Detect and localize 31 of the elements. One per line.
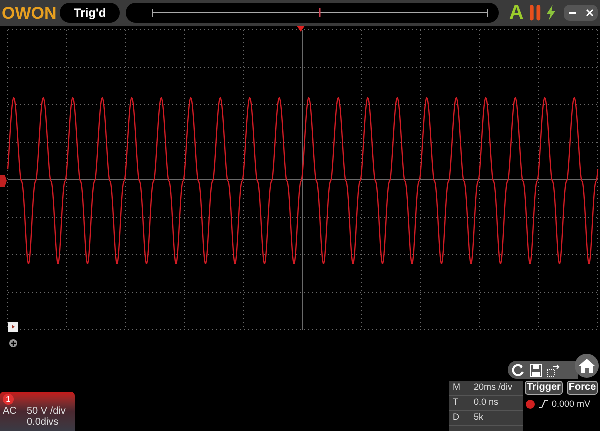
zoom-plus-icon[interactable] <box>9 339 18 348</box>
lightning-icon[interactable] <box>547 5 556 21</box>
trigger-button[interactable]: Force <box>566 381 598 395</box>
auto-mode-indicator[interactable]: A <box>509 3 524 23</box>
trigger-status: Trig'd <box>60 3 120 23</box>
timebase-label: M <box>453 381 462 394</box>
channel-marker-icon[interactable] <box>0 175 7 187</box>
brand-logo: OWON <box>2 4 54 22</box>
pause-icon[interactable] <box>530 5 542 21</box>
timebase-value: 20ms /div <box>474 381 513 394</box>
channel-panel[interactable]: 1 AC 50 V /div 0.0divs <box>0 392 75 431</box>
export-icon[interactable] <box>547 364 561 376</box>
vertical-offset: 0.0divs <box>27 417 60 428</box>
trigger-level-value: 0.000 mV <box>552 398 591 411</box>
save-icon[interactable] <box>530 364 542 376</box>
timeline-scale-icon <box>152 7 488 19</box>
timebase-value: 5k <box>474 411 484 424</box>
coupling-label: AC <box>3 406 18 419</box>
trigger-button[interactable]: Trigger <box>525 381 563 395</box>
rising-edge-icon <box>539 400 548 410</box>
timeline-bar[interactable] <box>126 3 500 23</box>
trigger-level-icon[interactable] <box>8 322 18 332</box>
minimize-icon <box>569 12 576 14</box>
home-icon[interactable] <box>575 354 599 378</box>
timebase-label: T <box>453 396 460 410</box>
close-icon <box>586 9 594 17</box>
timebase-label: D <box>453 411 460 424</box>
channel-number: 1 <box>3 394 14 405</box>
timebase-value: 0.0 ns <box>474 396 499 410</box>
refresh-icon[interactable] <box>512 364 525 376</box>
voltage-scale: 50 V /div <box>27 406 66 417</box>
